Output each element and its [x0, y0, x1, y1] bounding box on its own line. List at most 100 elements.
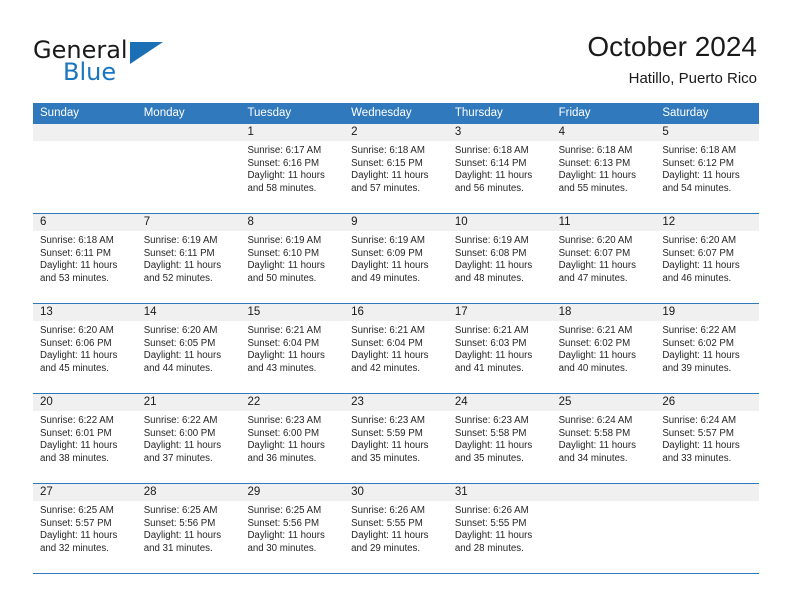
day-cell[interactable]: 5 Sunrise: 6:18 AM Sunset: 6:12 PM Daylight… — [655, 124, 760, 213]
weekday-header-friday: Friday — [558, 107, 591, 119]
sunrise-text: Sunrise: 6:18 AM — [662, 145, 737, 156]
daylight-text-line1: Daylight: 11 hours — [351, 260, 429, 272]
sunrise-text: Sunrise: 6:23 AM — [454, 415, 529, 426]
calendar-week-row: 13 Sunrise: 6:20 AM Sunset: 6:06 PM Dayligh… — [33, 304, 760, 394]
day-cell[interactable]: 1 Sunrise: 6:17 AM Sunset: 6:16 PM Daylight… — [240, 124, 345, 213]
day-cell[interactable]: 12 Sunrise: 6:20 AM Sunset: 6:07 PM Dayligh… — [655, 214, 760, 303]
day-number — [33, 124, 137, 141]
sunrise-text: Sunrise: 6:18 AM — [40, 235, 114, 246]
day-cell[interactable]: 17 Sunrise: 6:21 AM Sunset: 6:03 PM Dayligh… — [447, 304, 552, 393]
day-number: 19 — [655, 304, 760, 321]
daylight-text-line2: and 52 minutes. — [143, 272, 213, 284]
daylight-text-line1: Daylight: 11 hours — [143, 440, 222, 452]
day-info: Sunrise: 6:18 AM Sunset: 6:12 PM Daylight:… — [655, 141, 759, 195]
day-info — [137, 141, 241, 145]
day-info: Sunrise: 6:20 AM Sunset: 6:07 PM Daylight:… — [552, 231, 656, 285]
daylight-text-line1: Daylight: 11 hours — [247, 530, 325, 542]
sunrise-text: Sunrise: 6:18 AM — [351, 145, 425, 156]
day-cell[interactable]: 18 Sunrise: 6:21 AM Sunset: 6:02 PM Dayligh… — [551, 304, 656, 393]
day-cell[interactable]: 26 Sunrise: 6:24 AM Sunset: 5:57 PM Dayligh… — [655, 394, 760, 483]
sunset-text: Sunset: 6:03 PM — [454, 337, 527, 349]
day-cell[interactable]: 31 Sunrise: 6:26 AM Sunset: 5:55 PM Dayligh… — [447, 484, 552, 573]
sunset-text: Sunset: 5:55 PM — [351, 517, 423, 529]
weekday-header-sunday: Sunday — [40, 107, 80, 119]
sunrise-text: Sunrise: 6:24 AM — [662, 415, 737, 426]
day-info: Sunrise: 6:26 AM Sunset: 5:55 PM Daylight:… — [344, 501, 448, 555]
day-info: Sunrise: 6:20 AM Sunset: 6:07 PM Daylight:… — [655, 231, 759, 285]
brand-logo[interactable]: General Blue — [33, 36, 243, 88]
sunrise-text: Sunrise: 6:19 AM — [143, 235, 218, 246]
daylight-text-line1: Daylight: 11 hours — [454, 530, 533, 542]
daylight-text-line1: Daylight: 11 hours — [40, 260, 118, 272]
day-cell[interactable]: 30 Sunrise: 6:26 AM Sunset: 5:55 PM Dayligh… — [344, 484, 448, 573]
day-info: Sunrise: 6:18 AM Sunset: 6:14 PM Daylight:… — [448, 141, 552, 195]
day-number: 26 — [655, 394, 760, 411]
day-cell[interactable]: 29 Sunrise: 6:25 AM Sunset: 5:56 PM Dayligh… — [240, 484, 345, 573]
daylight-text-line2: and 44 minutes. — [143, 362, 213, 374]
day-cell[interactable]: 28 Sunrise: 6:25 AM Sunset: 5:56 PM Dayligh… — [136, 484, 241, 573]
sunset-text: Sunset: 6:16 PM — [247, 157, 320, 169]
daylight-text-line1: Daylight: 11 hours — [662, 260, 740, 272]
calendar-page: General Blue October 2024 Hatillo, Puert… — [0, 0, 792, 612]
daylight-text-line2: and 45 minutes. — [40, 362, 109, 374]
daylight-text-line2: and 34 minutes. — [558, 452, 628, 464]
day-info: Sunrise: 6:17 AM Sunset: 6:16 PM Daylight:… — [240, 141, 344, 195]
daylight-text-line1: Daylight: 11 hours — [143, 260, 222, 272]
day-cell[interactable]: 20 Sunrise: 6:22 AM Sunset: 6:01 PM Dayligh… — [33, 394, 137, 483]
sunrise-text: Sunrise: 6:22 AM — [143, 415, 218, 426]
day-info: Sunrise: 6:19 AM Sunset: 6:09 PM Daylight:… — [344, 231, 448, 285]
day-info: Sunrise: 6:19 AM Sunset: 6:10 PM Daylight:… — [240, 231, 344, 285]
sunrise-text: Sunrise: 6:23 AM — [351, 415, 425, 426]
day-cell[interactable]: 22 Sunrise: 6:23 AM Sunset: 6:00 PM Dayligh… — [240, 394, 345, 483]
daylight-text-line2: and 38 minutes. — [40, 452, 109, 464]
day-number: 20 — [33, 394, 137, 411]
calendar-grid: Sunday Monday Tuesday Wednesday Thursday Frid… — [33, 103, 760, 574]
day-cell[interactable]: 14 Sunrise: 6:20 AM Sunset: 6:05 PM Dayligh… — [136, 304, 241, 393]
day-cell[interactable]: 19 Sunrise: 6:22 AM Sunset: 6:02 PM Dayligh… — [655, 304, 760, 393]
daylight-text-line1: Daylight: 11 hours — [662, 170, 740, 182]
day-cell[interactable]: 3 Sunrise: 6:18 AM Sunset: 6:14 PM Daylight… — [447, 124, 552, 213]
day-cell[interactable]: 7 Sunrise: 6:19 AM Sunset: 6:11 PM Daylight… — [136, 214, 241, 303]
day-cell-empty — [655, 484, 760, 573]
day-cell[interactable]: 6 Sunrise: 6:18 AM Sunset: 6:11 PM Daylight… — [33, 214, 137, 303]
day-cell[interactable]: 4 Sunrise: 6:18 AM Sunset: 6:13 PM Daylight… — [551, 124, 656, 213]
day-number: 22 — [240, 394, 345, 411]
day-number: 16 — [344, 304, 448, 321]
day-number: 21 — [136, 394, 241, 411]
daylight-text-line2: and 33 minutes. — [662, 452, 732, 464]
day-cell[interactable]: 10 Sunrise: 6:19 AM Sunset: 6:08 PM Dayligh… — [447, 214, 552, 303]
day-cell[interactable]: 2 Sunrise: 6:18 AM Sunset: 6:15 PM Daylight… — [344, 124, 448, 213]
daylight-text-line2: and 53 minutes. — [40, 272, 109, 284]
day-number: 10 — [447, 214, 552, 231]
daylight-text-line2: and 39 minutes. — [662, 362, 732, 374]
sunrise-text: Sunrise: 6:21 AM — [454, 325, 529, 336]
day-cell[interactable]: 9 Sunrise: 6:19 AM Sunset: 6:09 PM Daylight… — [344, 214, 448, 303]
day-cell[interactable]: 16 Sunrise: 6:21 AM Sunset: 6:04 PM Dayligh… — [344, 304, 448, 393]
daylight-text-line2: and 42 minutes. — [351, 362, 421, 374]
day-cell[interactable]: 8 Sunrise: 6:19 AM Sunset: 6:10 PM Daylight… — [240, 214, 345, 303]
day-cell[interactable]: 24 Sunrise: 6:23 AM Sunset: 5:58 PM Dayligh… — [447, 394, 552, 483]
day-info: Sunrise: 6:23 AM Sunset: 5:58 PM Daylight:… — [448, 411, 552, 465]
sunrise-text: Sunrise: 6:21 AM — [247, 325, 322, 336]
day-info: Sunrise: 6:20 AM Sunset: 6:05 PM Daylight:… — [137, 321, 241, 375]
daylight-text-line1: Daylight: 11 hours — [454, 260, 533, 272]
weekday-header-tuesday: Tuesday — [247, 107, 292, 119]
day-cell[interactable]: 15 Sunrise: 6:21 AM Sunset: 6:04 PM Dayligh… — [240, 304, 345, 393]
day-number — [136, 124, 241, 141]
daylight-text-line2: and 49 minutes. — [351, 272, 421, 284]
day-cell[interactable]: 13 Sunrise: 6:20 AM Sunset: 6:06 PM Dayligh… — [33, 304, 137, 393]
day-number: 3 — [447, 124, 552, 141]
day-cell[interactable]: 25 Sunrise: 6:24 AM Sunset: 5:58 PM Dayligh… — [551, 394, 656, 483]
daylight-text-line1: Daylight: 11 hours — [558, 170, 636, 182]
day-cell[interactable]: 27 Sunrise: 6:25 AM Sunset: 5:57 PM Dayligh… — [33, 484, 137, 573]
day-info — [655, 501, 759, 505]
daylight-text-line2: and 37 minutes. — [143, 452, 213, 464]
daylight-text-line2: and 54 minutes. — [662, 182, 732, 194]
daylight-text-line1: Daylight: 11 hours — [143, 350, 222, 362]
day-cell[interactable]: 11 Sunrise: 6:20 AM Sunset: 6:07 PM Dayligh… — [551, 214, 656, 303]
day-cell[interactable]: 21 Sunrise: 6:22 AM Sunset: 6:00 PM Dayligh… — [136, 394, 241, 483]
sunset-text: Sunset: 6:10 PM — [247, 247, 320, 259]
day-cell[interactable]: 23 Sunrise: 6:23 AM Sunset: 5:59 PM Dayligh… — [344, 394, 448, 483]
day-cell-empty — [551, 484, 656, 573]
sunrise-text: Sunrise: 6:21 AM — [558, 325, 633, 336]
